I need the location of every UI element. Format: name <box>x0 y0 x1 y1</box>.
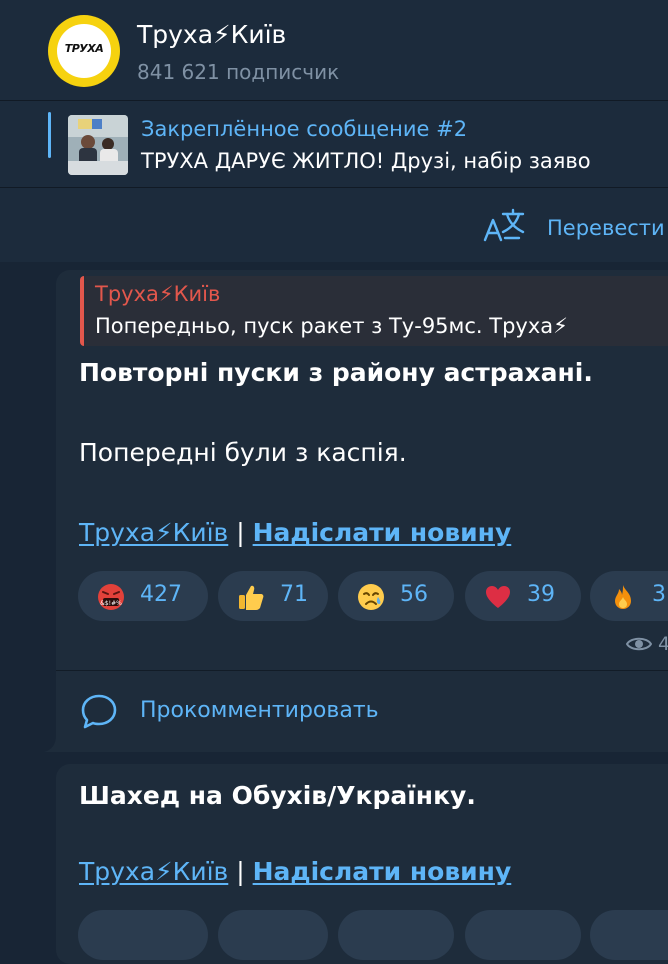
pinned-title: Закреплённое сообщение #2 <box>141 117 468 141</box>
channel-link[interactable]: Труха⚡Київ <box>79 518 228 547</box>
message-signature: Труха⚡Київ | Надіслати новину <box>79 857 511 886</box>
fire-icon <box>615 585 631 609</box>
translate-bar[interactable]: Перевести <box>0 188 668 262</box>
message-signature: Труха⚡Київ | Надіслати новину <box>79 518 511 547</box>
pinned-message-bar[interactable]: Закреплённое сообщение #2 ТРУХА ДАРУЄ ЖИ… <box>0 101 668 188</box>
reply-quote[interactable]: Труха⚡Київ Попередньо, пуск ракет з Ту-9… <box>80 276 668 346</box>
divider <box>56 670 668 671</box>
reaction-count: 71 <box>280 582 308 607</box>
reaction-count: 3 <box>652 582 666 607</box>
message-body: Попередні були з каспія. <box>79 438 407 467</box>
message-bubble[interactable]: Труха⚡Київ Попередньо, пуск ракет з Ту-9… <box>56 270 668 752</box>
reaction-pill[interactable] <box>465 910 581 960</box>
send-news-link[interactable]: Надіслати новину <box>253 518 512 547</box>
chat-header: ТРУХА Труха⚡Київ 841 621 подписчик <box>0 0 668 101</box>
channel-avatar[interactable]: ТРУХА <box>48 15 120 87</box>
send-news-link[interactable]: Надіслати новину <box>253 857 512 886</box>
views-count: 4 <box>658 633 668 655</box>
reaction-count: 56 <box>400 582 428 607</box>
reaction-pill[interactable] <box>218 910 328 960</box>
swearing-face-icon: &$!#% <box>98 584 124 610</box>
pinned-preview-text: ТРУХА ДАРУЄ ЖИТЛО! Друзі, набір заяво <box>141 149 591 173</box>
signature-separator: | <box>236 857 245 886</box>
avatar-badge: ТРУХА <box>57 24 111 78</box>
subscriber-count: 841 621 подписчик <box>137 60 340 84</box>
comment-button[interactable]: Прокомментировать <box>140 698 379 723</box>
eye-icon <box>626 637 652 651</box>
signature-separator: | <box>236 518 245 547</box>
quote-indicator <box>80 276 84 346</box>
channel-link[interactable]: Труха⚡Київ <box>79 857 228 886</box>
reaction-fire[interactable]: 3 <box>590 571 668 621</box>
reaction-swearing[interactable]: &$!#% 427 <box>78 571 208 621</box>
pinned-thumbnail <box>68 115 128 175</box>
thumbs-up-icon <box>239 585 264 610</box>
translate-icon <box>483 208 525 242</box>
message-bubble[interactable]: Шахед на Обухів/Українку. Труха⚡Київ | Н… <box>56 764 668 964</box>
reaction-thumbs-up[interactable]: 71 <box>218 571 328 621</box>
reaction-crying[interactable]: 56 <box>338 571 454 621</box>
reaction-count: 39 <box>527 582 555 607</box>
channel-title[interactable]: Труха⚡Київ <box>137 20 286 49</box>
pinned-indicator <box>48 112 51 158</box>
svg-text:&$!#%: &$!#% <box>100 600 122 607</box>
comment-icon <box>81 694 117 729</box>
reaction-pill[interactable] <box>590 910 668 960</box>
reaction-pill[interactable] <box>78 910 208 960</box>
reaction-heart[interactable]: 39 <box>465 571 581 621</box>
message-headline: Повторні пуски з району астрахані. <box>79 358 593 387</box>
quote-author: Труха⚡Київ <box>95 282 221 306</box>
avatar-logo-text: ТРУХА <box>64 42 104 55</box>
reaction-pill[interactable] <box>338 910 454 960</box>
reaction-count: 427 <box>140 582 182 607</box>
message-headline: Шахед на Обухів/Українку. <box>79 781 476 810</box>
crying-face-icon <box>358 584 384 610</box>
translate-button[interactable]: Перевести <box>547 216 665 240</box>
red-heart-icon <box>486 586 510 608</box>
quote-text: Попередньо, пуск ракет з Ту-95мс. Труха⚡ <box>95 314 568 338</box>
